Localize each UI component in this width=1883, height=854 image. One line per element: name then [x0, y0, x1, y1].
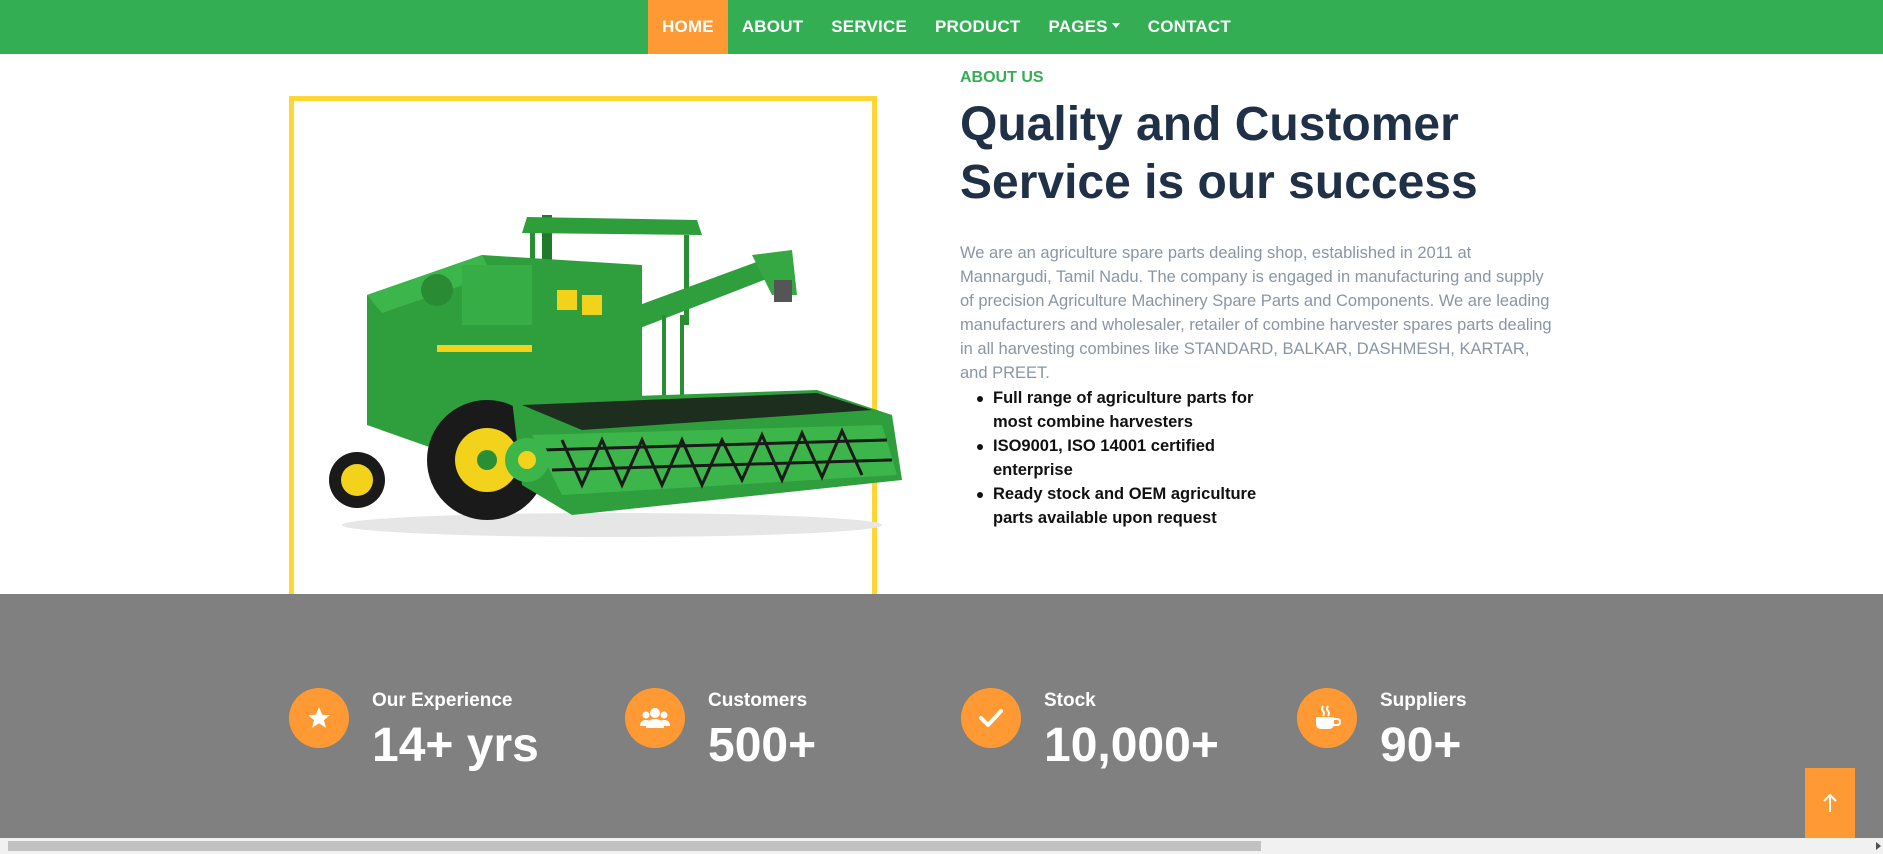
feature-list-item: Full range of agriculture parts for most… — [960, 386, 1260, 434]
combine-harvester-image — [329, 215, 902, 537]
stat-value: 90+ — [1380, 719, 1462, 772]
stat-label: Stock — [1044, 690, 1096, 711]
nav-pages-dropdown[interactable]: PAGES — [1034, 0, 1133, 54]
arrow-up-icon — [1823, 793, 1837, 812]
stat-label: Suppliers — [1380, 690, 1467, 711]
caret-down-icon — [1111, 22, 1120, 28]
main-nav: HOME ABOUT SERVICE PRODUCT PAGES CONTACT — [648, 0, 1245, 54]
stats-section: Our Experience 14+ yrs Customers 500+ St… — [0, 594, 1883, 838]
section-eyebrow: ABOUT US — [960, 69, 1044, 86]
coffee-icon — [1297, 688, 1357, 748]
stat-label: Our Experience — [372, 690, 513, 711]
back-to-top-button[interactable] — [1805, 768, 1855, 838]
nav-pages-label: PAGES — [1048, 17, 1108, 36]
scroll-right-arrow-icon[interactable] — [1876, 842, 1881, 850]
check-icon — [961, 688, 1021, 748]
stat-label: Customers — [708, 690, 808, 711]
users-icon — [625, 688, 685, 748]
star-icon — [289, 688, 349, 748]
scrollbar-thumb[interactable] — [8, 841, 1261, 851]
nav-product[interactable]: PRODUCT — [921, 0, 1034, 54]
nav-home[interactable]: HOME — [648, 0, 728, 54]
section-title: Quality and Customer Service is our succ… — [960, 98, 1478, 209]
feature-list: Full range of agriculture parts for most… — [960, 386, 1260, 530]
stat-value: 500+ — [708, 719, 817, 772]
stat-value: 10,000+ — [1044, 719, 1219, 772]
about-description: We are an agriculture spare parts dealin… — [960, 244, 1552, 382]
nav-service[interactable]: SERVICE — [817, 0, 921, 54]
feature-list-item: Ready stock and OEM agriculture parts av… — [960, 482, 1260, 530]
stat-value: 14+ yrs — [372, 719, 539, 772]
top-navbar: HOME ABOUT SERVICE PRODUCT PAGES CONTACT — [0, 0, 1883, 54]
nav-contact[interactable]: CONTACT — [1134, 0, 1245, 54]
nav-about[interactable]: ABOUT — [728, 0, 817, 54]
feature-list-item: ISO9001, ISO 14001 certified enterprise — [960, 434, 1260, 482]
horizontal-scrollbar[interactable] — [0, 838, 1883, 854]
